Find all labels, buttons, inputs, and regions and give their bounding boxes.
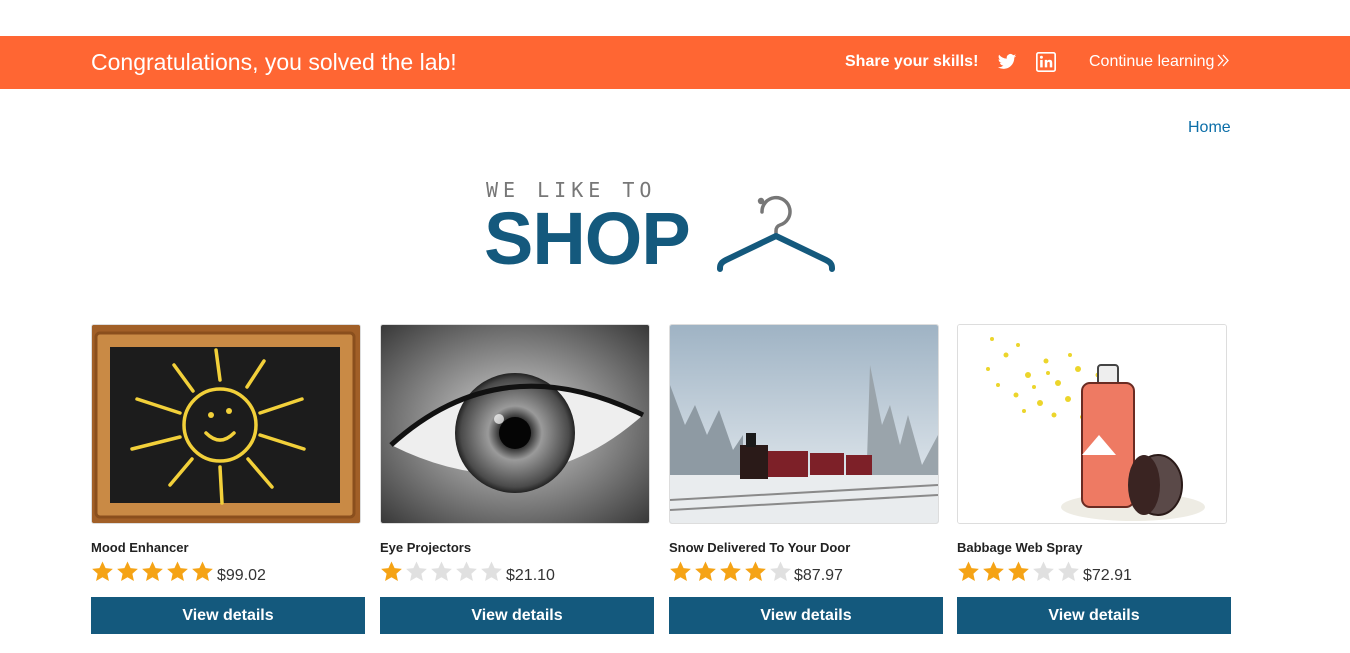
- product-name: Mood Enhancer: [91, 540, 189, 555]
- star-empty-icon: [456, 561, 477, 581]
- rating-stars: [380, 560, 505, 584]
- home-link[interactable]: Home: [1188, 119, 1231, 137]
- star-filled-icon: [117, 561, 138, 581]
- lab-solved-banner: Congratulations, you solved the lab! Sha…: [0, 36, 1350, 89]
- star-empty-icon: [481, 561, 502, 581]
- star-empty-icon: [1033, 561, 1054, 581]
- view-details-button[interactable]: View details: [380, 597, 654, 634]
- share-label: Share your skills!: [845, 53, 979, 70]
- star-filled-icon: [381, 561, 402, 581]
- continue-learning-link[interactable]: Continue learning: [1089, 53, 1230, 71]
- view-details-button[interactable]: View details: [91, 597, 365, 634]
- rating-stars: [91, 560, 216, 584]
- star-filled-icon: [695, 561, 716, 581]
- star-filled-icon: [745, 561, 766, 581]
- star-empty-icon: [770, 561, 791, 581]
- product-name: Eye Projectors: [380, 540, 472, 555]
- product-name: Babbage Web Spray: [957, 540, 1083, 555]
- logo-wordmark: SHOP: [484, 197, 691, 280]
- star-filled-icon: [720, 561, 741, 581]
- continue-learning-label: Continue learning: [1089, 53, 1215, 70]
- rating-stars: [669, 560, 794, 584]
- star-filled-icon: [92, 561, 113, 581]
- star-filled-icon: [983, 561, 1004, 581]
- product-price: $99.02: [217, 567, 266, 584]
- star-filled-icon: [958, 561, 979, 581]
- star-empty-icon: [406, 561, 427, 581]
- star-empty-icon: [1058, 561, 1079, 581]
- view-details-button[interactable]: View details: [957, 597, 1231, 634]
- chevron-double-right-icon: [1217, 54, 1230, 67]
- snowy-train-image: [669, 324, 939, 524]
- twitter-icon[interactable]: [997, 52, 1017, 72]
- spray-can-image: [957, 324, 1227, 524]
- star-filled-icon: [167, 561, 188, 581]
- rating-stars: [957, 560, 1082, 584]
- shop-logo[interactable]: WE LIKE TO SHOP: [484, 176, 844, 276]
- star-filled-icon: [142, 561, 163, 581]
- product-name: Snow Delivered To Your Door: [669, 540, 851, 555]
- star-filled-icon: [670, 561, 691, 581]
- banner-title: Congratulations, you solved the lab!: [91, 49, 457, 75]
- star-filled-icon: [192, 561, 213, 581]
- chalkboard-sun-image: [91, 324, 361, 524]
- product-price: $72.91: [1083, 567, 1132, 584]
- eye-closeup-image: [380, 324, 650, 524]
- hanger-icon: [717, 195, 835, 272]
- product-price: $21.10: [506, 567, 555, 584]
- product-price: $87.97: [794, 567, 843, 584]
- view-details-button[interactable]: View details: [669, 597, 943, 634]
- star-empty-icon: [431, 561, 452, 581]
- star-filled-icon: [1008, 561, 1029, 581]
- linkedin-icon[interactable]: [1036, 52, 1056, 72]
